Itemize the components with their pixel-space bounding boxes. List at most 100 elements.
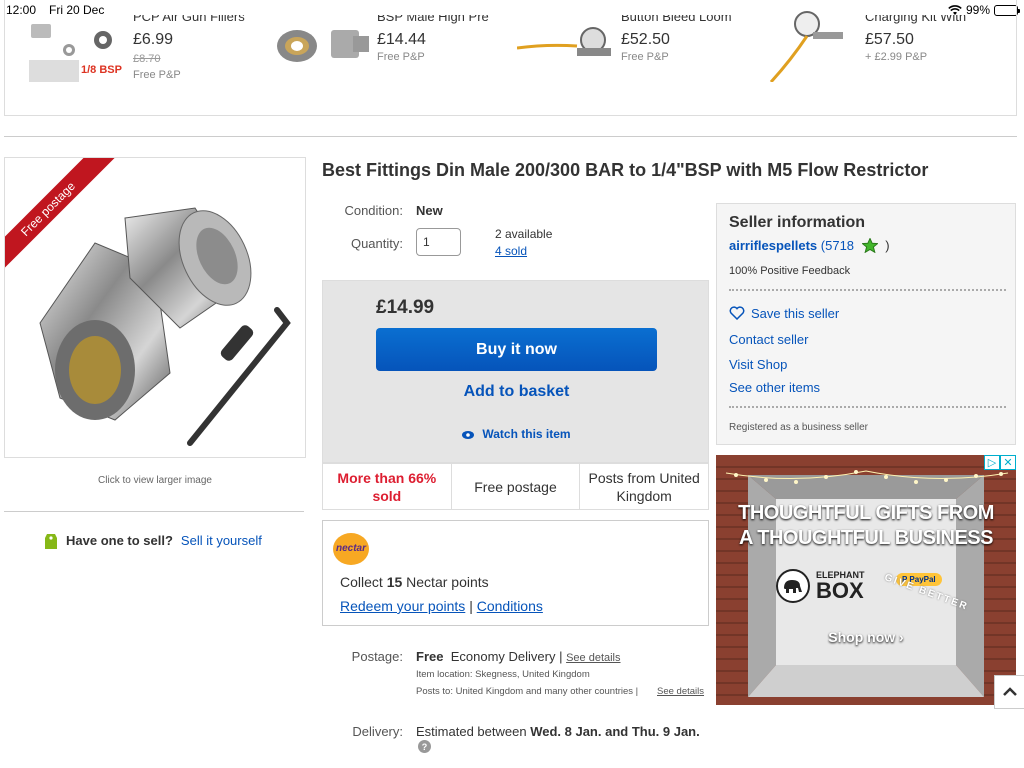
seller-name-link[interactable]: airriflespellets [729, 238, 817, 253]
delivery-dates: Wed. 8 Jan. and Thu. 9 Jan. [530, 724, 700, 739]
brick-wall-background [716, 455, 1016, 705]
carousel-item[interactable]: BSP Male High Pre £14.44 Free P&P [273, 0, 513, 100]
available-count: 2 available [495, 227, 553, 241]
seller-info-panel: Seller information airriflespellets (571… [716, 203, 1016, 445]
carousel-item-price: £6.99 [133, 31, 174, 48]
price-tag-icon [45, 534, 57, 549]
carousel-item-was-price: £8.70 [133, 53, 161, 65]
carousel-item[interactable]: Charging Kit With £57.50 + £2.99 P&P [761, 0, 1001, 100]
scroll-to-top-button[interactable] [994, 675, 1024, 709]
see-other-items-link[interactable]: See other items [729, 380, 820, 395]
seller-score-close: ) [885, 238, 890, 253]
ad-brand-big: BOX [816, 578, 864, 603]
postage-method: Economy Delivery | [450, 649, 563, 664]
add-to-basket-button[interactable]: Add to basket [376, 383, 657, 401]
quantity-input[interactable]: 1 [416, 228, 461, 256]
ad-brand-logo: ELEPHANT BOX [776, 569, 865, 603]
sell-yours-box: Have one to sell? Sell it yourself [44, 530, 262, 550]
buy-it-now-button[interactable]: Buy it now [376, 328, 657, 371]
nectar-points: 15 [386, 574, 403, 590]
carousel-item-price: £14.44 [377, 31, 426, 48]
carousel-item-title: Charging Kit With [865, 9, 967, 24]
nectar-logo: nectar [333, 533, 369, 565]
carousel-item-postage: + £2.99 P&P [865, 51, 928, 63]
ad-info-icon[interactable]: ▷ [984, 455, 1000, 470]
advert-banner[interactable]: ▷ ✕ THOUGHTFUL GIFTS FROM A THOUGHTFUL B… [716, 455, 1016, 705]
click-larger-hint: Click to view larger image [98, 475, 212, 486]
visit-shop-link[interactable]: Visit Shop [729, 357, 787, 372]
see-details-link[interactable]: See details [566, 652, 620, 664]
carousel-item-title: BSP Male High Pre [377, 9, 489, 24]
carousel-item-price: £57.50 [865, 31, 914, 48]
sold-count-link[interactable]: 4 sold [495, 244, 527, 258]
ad-headline-line1: THOUGHTFUL GIFTS FROM [738, 502, 994, 524]
collect-prefix: Collect [340, 574, 383, 590]
sold-percentage: More than 66% sold [323, 464, 452, 509]
save-seller-label: Save this seller [751, 306, 840, 321]
help-icon[interactable]: ? [418, 740, 431, 753]
quantity-label: Quantity: [350, 236, 403, 251]
posts-from-feature: Posts from United Kingdom [588, 469, 700, 504]
carousel-item-title: Button Bleed Loom [621, 9, 732, 24]
ad-headline: THOUGHTFUL GIFTS FROM A THOUGHTFUL BUSIN… [716, 501, 1016, 551]
conditions-link[interactable]: Conditions [477, 598, 543, 614]
item-location: Item location: Skegness, United Kingdom [416, 669, 590, 680]
star-icon [860, 237, 879, 254]
carousel-item-postage: Free P&P [621, 51, 669, 63]
product-thumbnail [769, 11, 843, 82]
collect-suffix: Nectar points [406, 574, 489, 590]
item-title: Best Fittings Din Male 200/300 BAR to 1/… [322, 160, 929, 180]
seller-score[interactable]: (5718 [821, 238, 854, 253]
carousel-item[interactable]: Button Bleed Loom £52.50 Free P&P [517, 0, 757, 100]
carousel-item[interactable]: 1/8 BSP PCP Air Gun Fillers £6.99 £8.70 … [29, 0, 269, 100]
svg-text:?: ? [422, 742, 428, 752]
posts-to: Posts to: United Kingdom and many other … [416, 686, 639, 697]
eye-icon [462, 430, 475, 439]
link-separator: | [469, 598, 473, 614]
watch-item-button[interactable]: Watch this item [376, 427, 657, 441]
delivery-prefix: Estimated between [416, 724, 527, 739]
save-seller-button[interactable]: Save this seller [729, 306, 839, 321]
product-thumbnail [517, 27, 611, 56]
postage-label: Postage: [351, 649, 403, 664]
carousel-item-price: £52.50 [621, 31, 670, 48]
buy-box: £14.99 Buy it now Add to basket Watch th… [322, 280, 709, 463]
postage-free: Free [416, 649, 444, 664]
ad-choices-badge[interactable]: ▷ ✕ [984, 455, 1016, 470]
thumb-label: 1/8 BSP [81, 64, 122, 76]
posts-to-details-link[interactable]: See details [657, 686, 704, 697]
redeem-points-link[interactable]: Redeem your points [340, 598, 465, 614]
heart-icon [729, 306, 745, 321]
nectar-collect-text: Collect 15 Nectar points [340, 574, 489, 590]
product-thumbnail [277, 30, 369, 62]
product-image[interactable]: Free postage [4, 157, 306, 458]
item-features: More than 66% sold Free postage Posts fr… [322, 463, 709, 510]
ad-close-icon[interactable]: ✕ [1000, 455, 1016, 470]
carousel-item-postage: Free P&P [377, 51, 425, 63]
ad-headline-line2: A THOUGHTFUL BUSINESS [739, 527, 993, 549]
seller-name-row: airriflespellets (5718 ) [729, 237, 890, 254]
sell-it-yourself-link[interactable]: Sell it yourself [181, 533, 262, 548]
free-postage-feature: Free postage [452, 464, 581, 509]
delivery-label: Delivery: [352, 724, 403, 739]
dotted-divider [729, 289, 1006, 291]
watch-item-label: Watch this item [482, 427, 571, 441]
sell-question: Have one to sell? [66, 532, 173, 548]
delivery-estimate: Estimated between Wed. 8 Jan. and Thu. 9… [416, 724, 700, 739]
similar-items-carousel: 1/8 BSP PCP Air Gun Fillers £6.99 £8.70 … [4, 0, 1017, 116]
divider [4, 136, 1017, 137]
postage-info: Free Economy Delivery | See details [416, 649, 621, 664]
condition-label: Condition: [344, 203, 403, 218]
condition-value: New [416, 203, 443, 218]
item-price: £14.99 [376, 297, 435, 318]
contact-seller-link[interactable]: Contact seller [729, 332, 808, 347]
business-seller-note: Registered as a business seller [729, 422, 868, 433]
elephant-icon [776, 569, 810, 603]
nectar-links: Redeem your points | Conditions [340, 598, 543, 614]
carousel-item-postage: Free P&P [133, 69, 181, 81]
seller-info-heading: Seller information [729, 214, 866, 231]
dotted-divider [729, 406, 1006, 408]
chevron-up-icon [1002, 687, 1017, 696]
divider [4, 511, 304, 512]
ad-shop-now-button[interactable]: Shop now › [716, 629, 1016, 645]
